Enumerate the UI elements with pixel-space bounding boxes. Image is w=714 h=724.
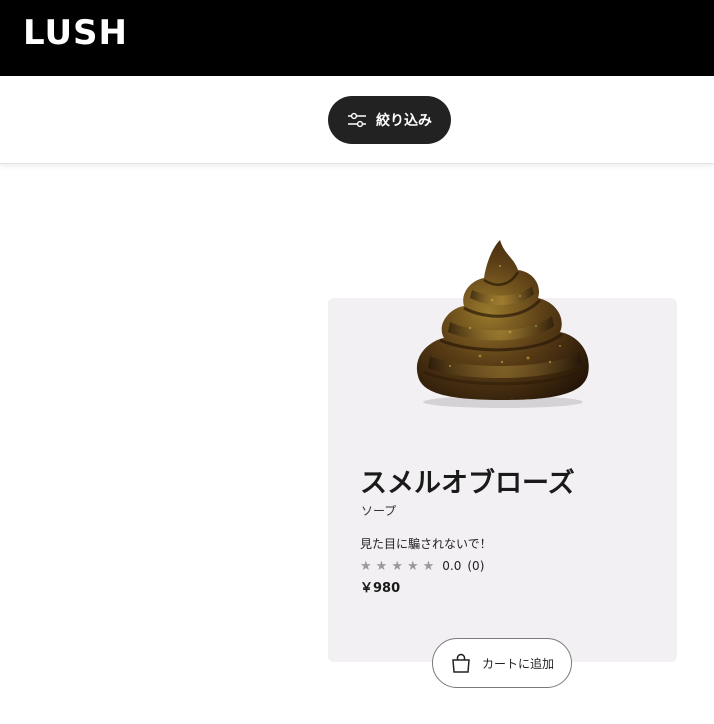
site-header: LUSH xyxy=(0,0,714,76)
shopping-bag-icon xyxy=(452,653,470,673)
rating-stars: ★ ★ ★ ★ ★ xyxy=(360,560,434,573)
star-icon: ★ xyxy=(391,558,403,574)
add-to-cart-label: カートに追加 xyxy=(481,656,554,671)
rating-count: (0) xyxy=(467,559,485,573)
product-name[interactable]: スメルオブローズ xyxy=(360,466,575,502)
star-icon: ★ xyxy=(360,558,372,574)
star-icon: ★ xyxy=(406,558,419,574)
lush-logo[interactable]: LUSH xyxy=(23,13,128,53)
swirl-soap-image[interactable] xyxy=(410,236,595,411)
product-rating: ★ ★ ★ ★ ★ 0.0 (0) xyxy=(360,557,484,575)
sliders-icon xyxy=(348,112,366,128)
filter-button[interactable]: 絞り込み xyxy=(328,96,451,144)
product-category: ソープ xyxy=(361,504,397,518)
star-icon: ★ xyxy=(375,558,388,574)
product-price: ￥980 xyxy=(360,581,401,596)
product-tagline: 見た目に騙されないで！ xyxy=(360,537,492,551)
filter-bar: 絞り込み xyxy=(0,76,714,164)
filter-label: 絞り込み xyxy=(376,113,432,129)
star-icon: ★ xyxy=(422,558,435,574)
rating-score: 0.0 xyxy=(442,559,462,573)
add-to-cart-button[interactable]: カートに追加 xyxy=(432,638,572,688)
